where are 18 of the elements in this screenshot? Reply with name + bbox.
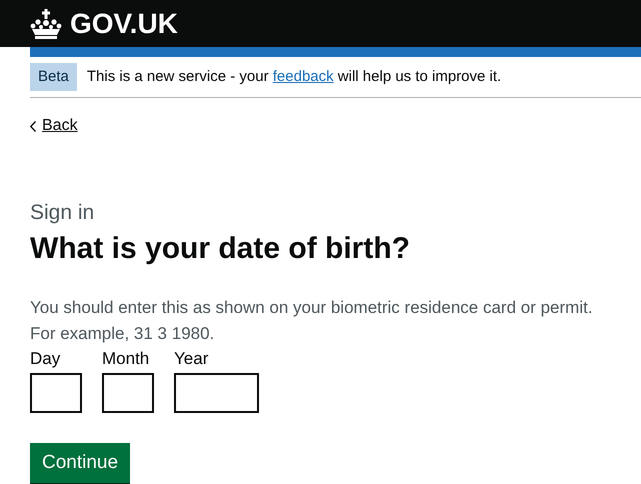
back-link[interactable]: Back (30, 114, 78, 138)
chevron-left-icon (30, 120, 36, 132)
logo-text[interactable]: GOV.UK (70, 10, 178, 38)
date-input[interactable] (102, 373, 154, 414)
field-label: Year (174, 348, 210, 370)
continue-button[interactable]: Continue (30, 443, 130, 484)
field-label: Month (102, 348, 150, 370)
phase-banner-text: This is a new service - your feedback will help us to improve it. (86, 66, 502, 87)
hint-text: For example, 31 3 1980. (30, 323, 216, 346)
hint-text: You should enter this as shown on your biometric residence card or permit. (30, 297, 594, 320)
phase-tag: Beta (30, 62, 77, 92)
date-input[interactable] (30, 373, 82, 414)
field-label: Day (30, 348, 62, 370)
crown-icon (30, 8, 62, 38)
date-input[interactable] (174, 373, 259, 414)
caption: Sign in (30, 200, 96, 226)
feedback-link[interactable]: feedback (272, 68, 334, 85)
page-heading: What is your date of birth? (30, 230, 411, 267)
